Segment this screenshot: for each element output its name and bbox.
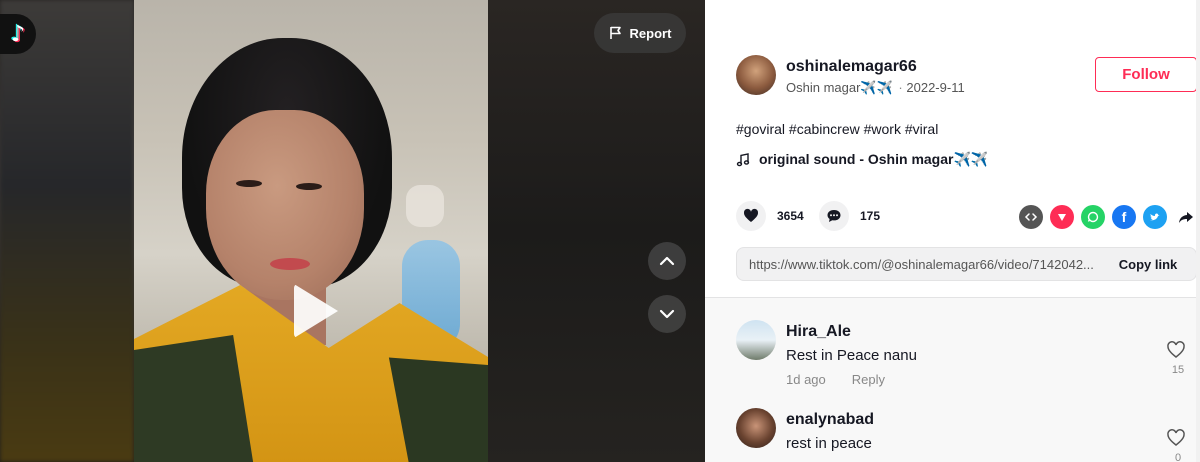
twitter-icon[interactable]: [1143, 205, 1167, 229]
video-link-box: https://www.tiktok.com/@oshinalemagar66/…: [736, 247, 1197, 281]
author-meta: Oshin magar✈️✈️ · 2022-9-11: [786, 80, 965, 96]
comment-text: rest in peace: [786, 435, 872, 452]
video-frame[interactable]: [134, 0, 488, 462]
flag-icon: [609, 26, 621, 39]
comment-like-count: 0: [1174, 452, 1182, 462]
share-arrow-icon[interactable]: [1174, 205, 1198, 229]
send-icon[interactable]: [1050, 205, 1074, 229]
share-bar: f: [1019, 205, 1198, 229]
chevron-down-icon: [659, 309, 675, 319]
next-video-button[interactable]: [648, 295, 686, 333]
comment-meta: 1d ago Reply: [786, 372, 885, 387]
cabin-panel: [406, 185, 444, 227]
video-blurred-background-left: [0, 0, 134, 462]
video-blurred-background-right: [488, 0, 705, 462]
comment-like-icon[interactable]: [1166, 340, 1186, 360]
commenter-avatar[interactable]: [736, 408, 776, 448]
facebook-icon[interactable]: f: [1112, 205, 1136, 229]
meta-separator: ·: [898, 80, 903, 95]
play-icon[interactable]: [294, 284, 338, 338]
author-display-name: Oshin magar✈️✈️: [786, 80, 893, 95]
sound-title: original sound - Oshin magar✈️✈️: [759, 151, 989, 167]
comment-text: Rest in Peace nanu: [786, 347, 917, 364]
embed-code-icon: [1024, 213, 1038, 221]
whatsapp-glyph-icon: [1087, 211, 1099, 223]
comment-count: 175: [860, 209, 881, 223]
chevron-up-icon: [659, 256, 675, 266]
post-date: 2022-9-11: [906, 80, 965, 95]
heart-icon: [743, 208, 759, 222]
forward-arrow-icon: [1179, 212, 1193, 223]
video-player[interactable]: ♪ Report: [0, 0, 705, 462]
scrollbar[interactable]: [1196, 0, 1200, 462]
comment-button[interactable]: [819, 201, 849, 231]
comment-like-count: 15: [1171, 364, 1185, 376]
commenter-avatar[interactable]: [736, 320, 776, 360]
person-eye-right: [296, 183, 322, 190]
follow-button[interactable]: Follow: [1095, 57, 1197, 92]
person-face: [206, 110, 364, 300]
author-avatar[interactable]: [736, 55, 776, 95]
like-button[interactable]: [736, 201, 766, 231]
sound-link[interactable]: original sound - Oshin magar✈️✈️: [736, 151, 988, 168]
music-note-icon: [736, 152, 750, 166]
twitter-bird-icon: [1150, 213, 1160, 221]
author-username[interactable]: oshinalemagar66: [786, 58, 917, 76]
like-stat[interactable]: 3654: [736, 201, 804, 231]
report-label: Report: [629, 25, 672, 41]
comment-icon: [827, 210, 841, 222]
comment-time: 1d ago: [786, 372, 826, 387]
previous-video-button[interactable]: [648, 242, 686, 280]
details-panel: oshinalemagar66 Oshin magar✈️✈️ · 2022-9…: [705, 0, 1200, 462]
report-button[interactable]: Report: [594, 13, 686, 53]
video-link-text[interactable]: https://www.tiktok.com/@oshinalemagar66/…: [737, 257, 1100, 272]
send-arrow-icon: [1058, 214, 1066, 221]
whatsapp-icon[interactable]: [1081, 205, 1105, 229]
facebook-glyph: f: [1121, 209, 1127, 225]
like-count: 3654: [777, 209, 804, 223]
comments-section: [705, 298, 1200, 462]
reply-button[interactable]: Reply: [852, 372, 885, 387]
embed-icon[interactable]: [1019, 205, 1043, 229]
person-lips: [270, 258, 310, 270]
copy-link-button[interactable]: Copy link: [1100, 257, 1196, 272]
comment-like-icon[interactable]: [1166, 428, 1186, 448]
comment-stat[interactable]: 175: [819, 201, 880, 231]
post-caption[interactable]: #goviral #cabincrew #work #viral: [736, 121, 938, 137]
person-eye-left: [236, 180, 262, 187]
commenter-name[interactable]: Hira_Ale: [786, 323, 851, 341]
commenter-name[interactable]: enalynabad: [786, 411, 874, 429]
